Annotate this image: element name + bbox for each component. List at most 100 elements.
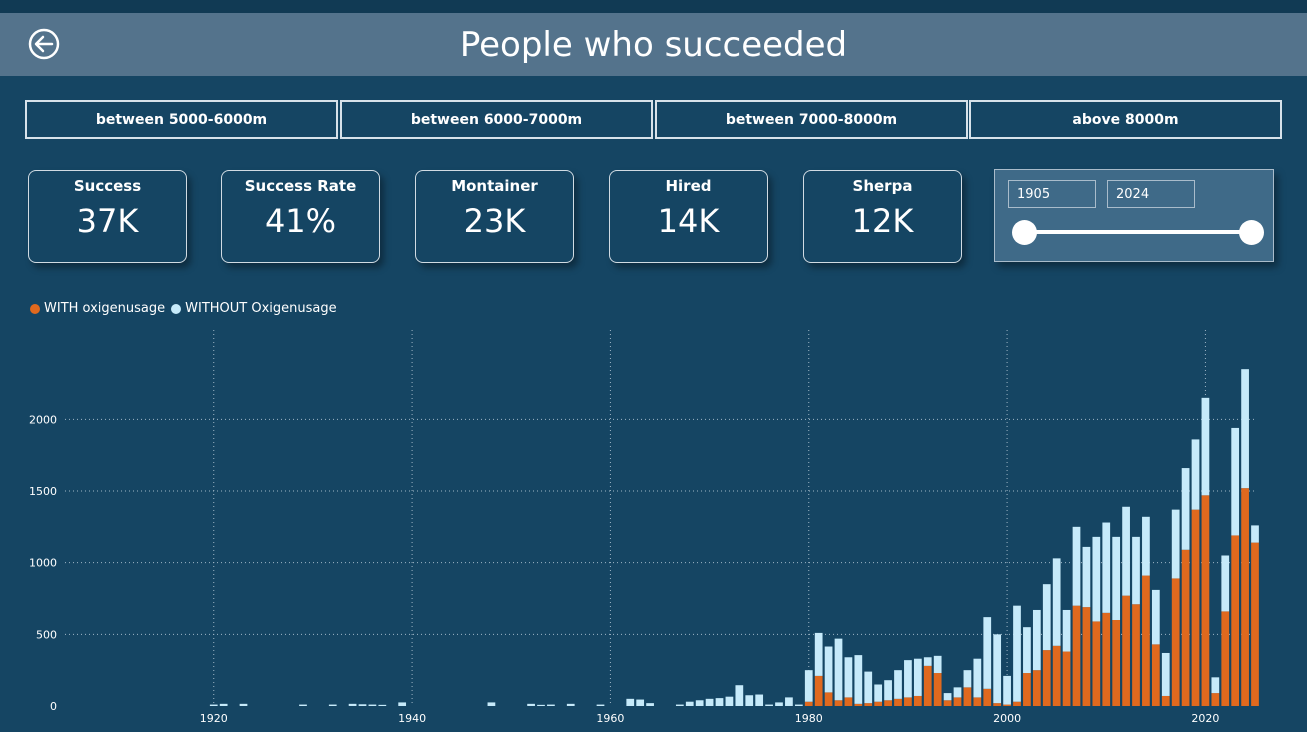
bar-with-oxygen: [1191, 509, 1200, 706]
bar-without-oxygen: [775, 702, 783, 706]
bar-with-oxygen: [1122, 595, 1130, 706]
legend-without-label: WITHOUT Oxigenusage: [185, 301, 337, 316]
bar-without-oxygen: [239, 703, 248, 706]
bar-with-oxygen: [993, 703, 1002, 706]
bar-without-oxygen: [884, 680, 892, 701]
bar-without-oxygen: [953, 687, 962, 698]
bar-without-oxygen: [1231, 427, 1240, 536]
chart-legend: WITH oxigenusage WITHOUT Oxigenusage: [30, 301, 343, 316]
filter-5000-6000m-button[interactable]: between 5000-6000m: [25, 100, 338, 139]
bar-without-oxygen: [487, 702, 496, 706]
bar-without-oxygen: [527, 703, 535, 706]
y-tick-label: 2000: [29, 413, 57, 426]
bar-without-oxygen: [209, 704, 218, 706]
success-rate-card-label: Success Rate: [244, 177, 357, 195]
bar-without-oxygen: [1062, 609, 1071, 652]
page-header: People who succeeded: [0, 13, 1307, 76]
sherpa-card: Sherpa 12K: [803, 170, 962, 263]
bar-without-oxygen: [378, 704, 387, 706]
legend-item-with[interactable]: WITH oxigenusage: [30, 301, 165, 316]
bar-with-oxygen: [814, 675, 823, 706]
bar-without-oxygen: [219, 703, 228, 706]
x-tick-label: 1940: [398, 712, 426, 725]
bar-without-oxygen: [398, 702, 407, 706]
x-tick-label: 2000: [993, 712, 1021, 725]
bar-without-oxygen: [358, 704, 367, 706]
bar-with-oxygen: [1032, 670, 1041, 706]
bar-without-oxygen: [695, 700, 704, 706]
bar-with-oxygen: [923, 665, 932, 706]
bar-with-oxygen: [983, 688, 992, 706]
bar-without-oxygen: [328, 704, 337, 706]
bar-with-oxygen: [834, 700, 843, 706]
y-tick-label: 1000: [29, 557, 57, 570]
bar-without-oxygen: [1142, 516, 1150, 576]
bar-with-oxygen: [1042, 650, 1051, 706]
x-tick-label: 1960: [596, 712, 624, 725]
x-tick-label: 1920: [200, 712, 228, 725]
back-arrow-icon[interactable]: [28, 28, 60, 60]
bar-without-oxygen: [785, 697, 793, 706]
bar-without-oxygen: [864, 671, 873, 704]
bar-without-oxygen: [685, 701, 694, 706]
bar-with-oxygen: [1171, 578, 1180, 706]
montainer-card: Montainer 23K: [415, 170, 574, 263]
filter-7000-8000m-button[interactable]: between 7000-8000m: [655, 100, 968, 139]
year-slider-track[interactable]: [1023, 230, 1253, 234]
bar-without-oxygen: [626, 698, 635, 706]
success-bar-chart: 0 500 1000 1500 2000 1920 1940 1960 1980 2000 202…: [29, 330, 1259, 725]
success-card-value: 37K: [76, 202, 139, 240]
bar-without-oxygen: [814, 632, 823, 676]
bar-with-oxygen: [854, 703, 863, 706]
bar-without-oxygen: [1191, 439, 1200, 510]
bar-without-oxygen: [904, 660, 912, 698]
bar-without-oxygen: [765, 704, 773, 706]
page-title: People who succeeded: [459, 24, 848, 65]
bar-with-oxygen: [1251, 542, 1259, 706]
bar-without-oxygen: [913, 658, 922, 696]
bar-with-oxygen: [894, 698, 902, 706]
bar-with-oxygen: [953, 697, 962, 706]
hired-card: Hired 14K: [609, 170, 768, 263]
year-start-input[interactable]: [1008, 180, 1096, 208]
hired-card-value: 14K: [657, 202, 720, 240]
bar-without-oxygen: [1013, 605, 1021, 702]
bar-without-oxygen: [1241, 369, 1249, 489]
bar-without-oxygen: [894, 670, 902, 699]
bar-with-oxygen: [1102, 612, 1111, 706]
bar-without-oxygen: [943, 693, 952, 701]
bar-with-oxygen: [1112, 620, 1121, 706]
x-tick-label: 2020: [1191, 712, 1219, 725]
filter-6000-7000m-button[interactable]: between 6000-7000m: [340, 100, 653, 139]
bar-with-oxygen: [1211, 693, 1220, 706]
x-tick-label: 1980: [795, 712, 823, 725]
bar-with-oxygen: [1062, 651, 1071, 706]
bar-without-oxygen: [973, 658, 982, 698]
bar-without-oxygen: [1132, 536, 1140, 605]
bar-with-oxygen: [1221, 611, 1230, 706]
sherpa-card-value: 12K: [851, 202, 914, 240]
year-slider-end-handle[interactable]: [1239, 220, 1264, 245]
bar-without-oxygen: [1251, 525, 1259, 543]
bar-without-oxygen: [299, 704, 307, 706]
bar-without-oxygen: [1181, 468, 1190, 550]
bar-with-oxygen: [913, 695, 922, 706]
year-end-input[interactable]: [1107, 180, 1195, 208]
montainer-card-value: 23K: [463, 202, 526, 240]
bar-without-oxygen: [804, 670, 813, 702]
bar-without-oxygen: [735, 685, 744, 706]
legend-item-without[interactable]: WITHOUT Oxigenusage: [171, 301, 337, 316]
bar-without-oxygen: [348, 703, 357, 706]
bar-with-oxygen: [1241, 488, 1249, 706]
bar-without-oxygen: [1032, 609, 1041, 671]
legend-without-dot-icon: [171, 303, 182, 314]
year-slider-start-handle[interactable]: [1012, 220, 1037, 245]
filter-above-8000m-button[interactable]: above 8000m: [969, 100, 1282, 139]
hired-card-label: Hired: [665, 177, 712, 195]
bar-without-oxygen: [824, 646, 833, 693]
bar-without-oxygen: [1102, 522, 1111, 613]
bar-without-oxygen: [547, 704, 555, 706]
y-tick-label: 1500: [29, 485, 57, 498]
bar-with-oxygen: [933, 673, 942, 706]
bar-without-oxygen: [537, 704, 545, 706]
